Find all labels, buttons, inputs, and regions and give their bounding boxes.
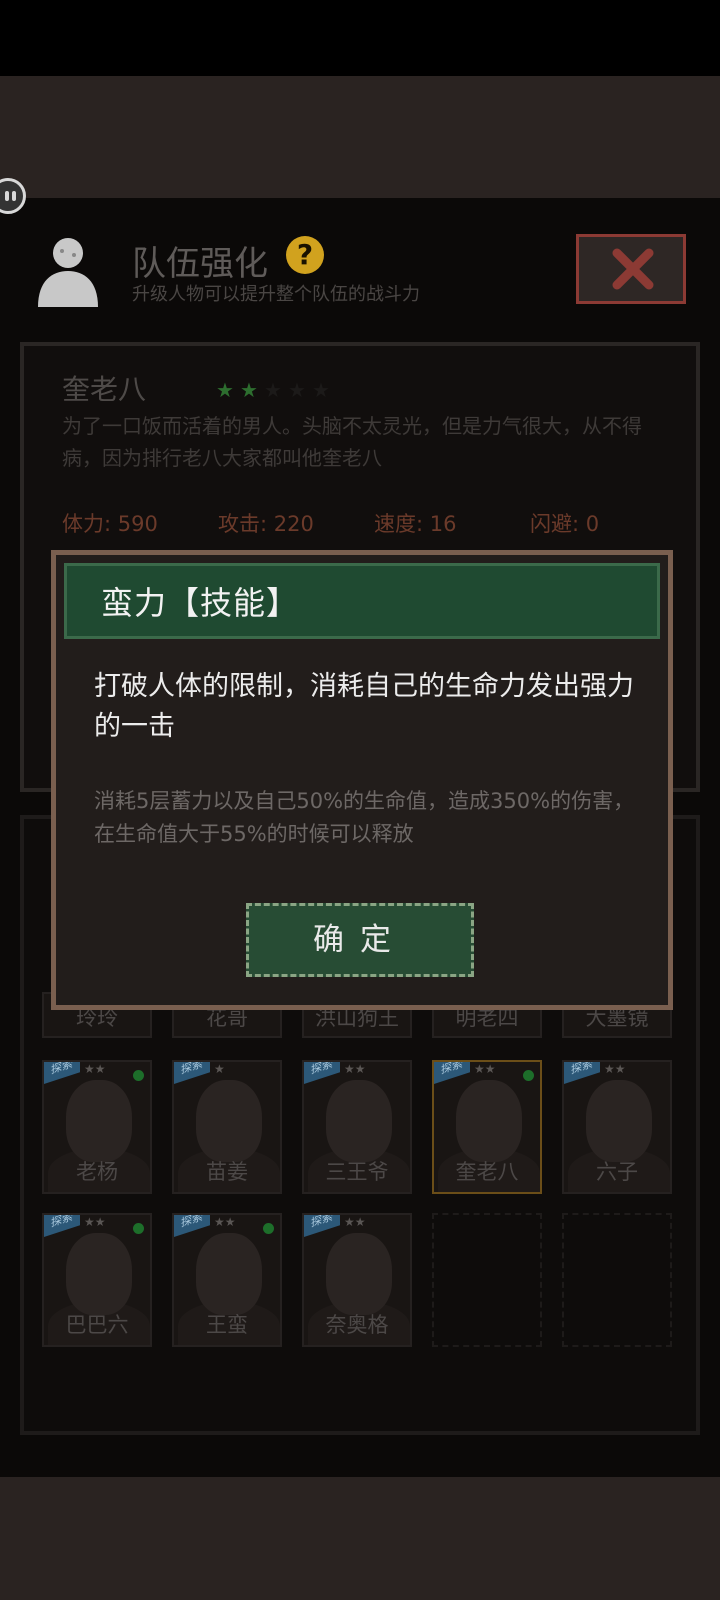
character-card[interactable]: 探索 ★ 苗姜 (172, 1060, 282, 1194)
skill-title: 蛮力【技能】 (101, 584, 300, 622)
card-stars: ★★ (214, 1215, 236, 1229)
stat-dodge: 闪避: 0 (530, 512, 600, 536)
skill-detail: 消耗5层蓄力以及自己50%的生命值，造成350%的伤害，在生命值大于55%的时候… (94, 789, 635, 846)
bottom-band (0, 1477, 720, 1600)
explore-badge: 探索 (304, 1215, 340, 1237)
portrait-face (196, 1233, 262, 1315)
explore-badge: 探索 (44, 1062, 80, 1084)
character-card-name: 巴巴六 (65, 1313, 129, 1337)
portrait-face (326, 1233, 392, 1315)
character-card-name: 王蛮 (206, 1313, 248, 1337)
character-card-name: 奈奥格 (325, 1313, 389, 1337)
card-stars: ★★ (84, 1062, 106, 1076)
character-card-name: 三王爷 (325, 1160, 389, 1184)
portrait-face (456, 1080, 522, 1162)
character-description: 为了一口饭而活着的男人。头脑不太灵光，但是力气很大，从不得病，因为排行老八大家都… (62, 414, 642, 470)
online-dot-icon (133, 1223, 144, 1234)
character-card[interactable]: 探索 ★★ 奈奥格 (302, 1213, 412, 1347)
character-card[interactable]: 探索 ★★ 王蛮 (172, 1213, 282, 1347)
character-card-name: 老杨 (76, 1160, 118, 1184)
character-card[interactable]: 探索 ★★ 老杨 (42, 1060, 152, 1194)
portrait-face (66, 1233, 132, 1315)
portrait-face (66, 1080, 132, 1162)
explore-badge: 探索 (174, 1215, 210, 1237)
star-filled-icon: ★ (216, 378, 234, 402)
portrait-face (586, 1080, 652, 1162)
skill-dialog: 蛮力【技能】 打破人体的限制，消耗自己的生命力发出强力的一击 消耗5层蓄力以及自… (51, 550, 673, 1010)
card-stars: ★★ (344, 1215, 366, 1229)
explore-badge: 探索 (304, 1062, 340, 1084)
page-title: 队伍强化 (132, 244, 268, 284)
stat-attack: 攻击: 220 (218, 512, 314, 536)
card-stars: ★ (214, 1062, 225, 1076)
character-card-selected[interactable]: 探索 ★★ 奎老八 (432, 1060, 542, 1194)
team-avatar-icon (38, 238, 98, 307)
card-stars: ★★ (84, 1215, 106, 1229)
star-empty-icon: ★ (312, 378, 330, 402)
star-filled-icon: ★ (240, 378, 258, 402)
character-card[interactable]: 探索 ★★ 六子 (562, 1060, 672, 1194)
star-empty-icon: ★ (288, 378, 306, 402)
character-card[interactable]: 探索 ★★ 巴巴六 (42, 1213, 152, 1347)
explore-badge: 探索 (564, 1062, 600, 1084)
empty-slot (432, 1213, 542, 1347)
stat-hp: 体力: 590 (62, 512, 158, 536)
character-card-name: 苗姜 (206, 1160, 248, 1184)
skill-dialog-header: 蛮力【技能】 (64, 563, 660, 639)
close-button[interactable] (576, 234, 686, 304)
online-dot-icon (523, 1070, 534, 1081)
help-icon[interactable]: ? (286, 236, 324, 274)
character-card-name: 奎老八 (455, 1160, 519, 1184)
skill-summary: 打破人体的限制，消耗自己的生命力发出强力的一击 (94, 671, 634, 742)
stat-speed: 速度: 16 (374, 512, 457, 536)
character-card-name: 六子 (596, 1160, 638, 1184)
explore-badge: 探索 (44, 1215, 80, 1237)
explore-badge: 探索 (174, 1062, 210, 1084)
portrait-face (326, 1080, 392, 1162)
confirm-button[interactable]: 确定 (246, 903, 474, 977)
star-empty-icon: ★ (264, 378, 282, 402)
online-dot-icon (133, 1070, 144, 1081)
card-stars: ★★ (474, 1062, 496, 1076)
top-band (0, 76, 720, 198)
character-name: 奎老八 (62, 373, 147, 406)
character-card[interactable]: 探索 ★★ 三王爷 (302, 1060, 412, 1194)
empty-slot (562, 1213, 672, 1347)
card-stars: ★★ (344, 1062, 366, 1076)
page-subtitle: 升级人物可以提升整个队伍的战斗力 (132, 284, 420, 305)
portrait-face (196, 1080, 262, 1162)
explore-badge: 探索 (434, 1062, 470, 1084)
online-dot-icon (263, 1223, 274, 1234)
close-icon (612, 248, 654, 290)
card-stars: ★★ (604, 1062, 626, 1076)
